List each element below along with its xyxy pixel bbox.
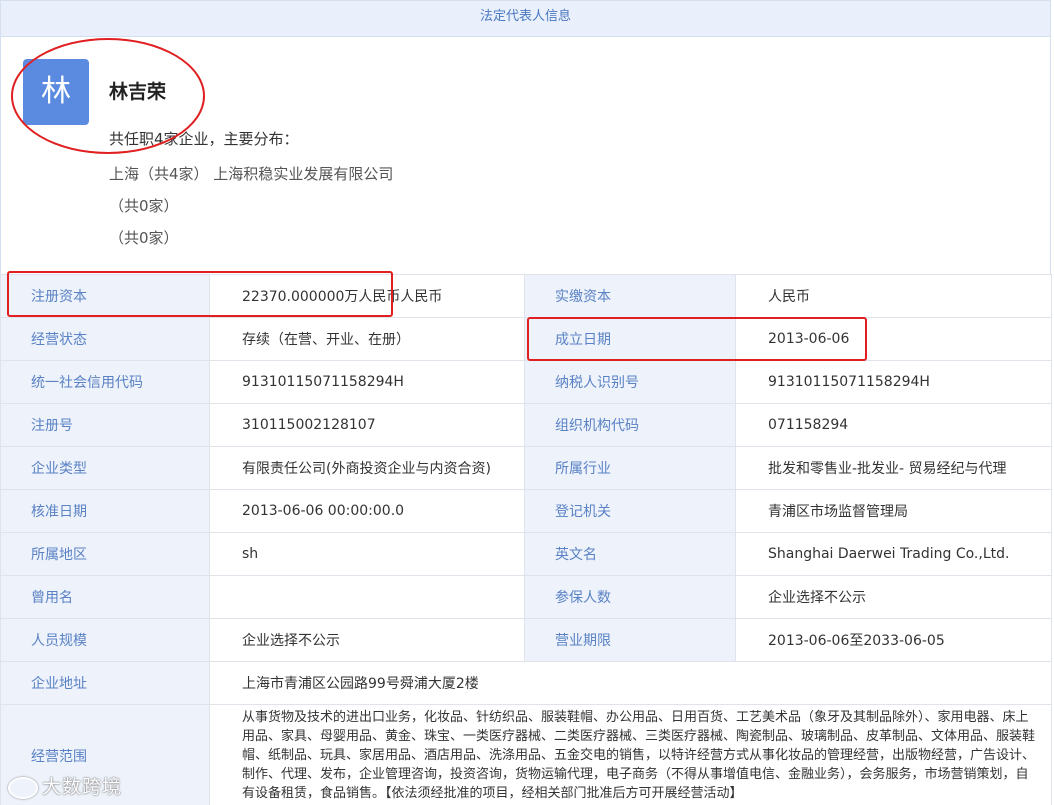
field-label: 组织机构代码 [524,403,736,447]
region-line-3: （共0家） [109,229,179,247]
field-label: 所属行业 [524,446,736,490]
field-value: 批发和零售业-批发业- 贸易经纪与代理 [735,446,1052,490]
field-value: 有限责任公司(外商投资企业与内资合资) [209,446,525,490]
table-row: 曾用名 参保人数 企业选择不公示 [0,575,1052,619]
table-row: 人员规模 企业选择不公示 营业期限 2013-06-06至2033-06-05 [0,618,1052,662]
field-value: Shanghai Daerwei Trading Co.,Ltd. [735,532,1052,576]
watermark-logo-icon [8,776,38,799]
region-line-shanghai[interactable]: 上海（共4家） 上海积稳实业发展有限公司 [109,163,393,184]
table-row-scope: 经营范围 从事货物及技术的进出口业务，化妆品、针纺织品、服装鞋帽、办公用品、日用… [0,704,1052,805]
field-label: 注册号 [0,403,210,447]
field-label: 成立日期 [524,317,736,361]
field-value: 2013-06-06 [735,317,1052,361]
table-row: 经营状态 存续（在营、开业、在册） 成立日期 2013-06-06 [0,317,1052,361]
field-value: 91310115071158294H [209,360,525,404]
address-value: 上海市青浦区公园路99号舜浦大厦2楼 [209,661,1052,705]
field-label: 登记机关 [524,489,736,533]
table-row: 统一社会信用代码 91310115071158294H 纳税人识别号 91310… [0,360,1052,404]
field-value: 存续（在营、开业、在册） [209,317,525,361]
field-label: 人员规模 [0,618,210,662]
avatar-char: 林 [41,74,71,109]
field-label: 曾用名 [0,575,210,619]
table-row: 注册号 310115002128107 组织机构代码 071158294 [0,403,1052,447]
watermark-text: 大数跨境 [42,776,123,798]
field-label: 核准日期 [0,489,210,533]
field-label: 经营状态 [0,317,210,361]
person-summary: 共任职4家企业，主要分布： [109,130,299,148]
section-title: 法定代表人信息 [479,9,571,24]
scope-value: 从事货物及技术的进出口业务，化妆品、针纺织品、服装鞋帽、办公用品、日用百货、工艺… [209,704,1052,805]
table-row: 所属地区 sh 英文名 Shanghai Daerwei Trading Co.… [0,532,1052,576]
address-label: 企业地址 [0,661,210,705]
field-value: 2013-06-06至2033-06-05 [735,618,1052,662]
field-value: 22370.000000万人民币人民币 [209,274,525,318]
field-value: 青浦区市场监督管理局 [735,489,1052,533]
field-value: 2013-06-06 00:00:00.0 [209,489,525,533]
table-row-address: 企业地址 上海市青浦区公园路99号舜浦大厦2楼 [0,661,1052,705]
avatar: 林 [23,59,89,125]
field-value: sh [209,532,525,576]
field-value: 企业选择不公示 [735,575,1052,619]
field-label: 企业类型 [0,446,210,490]
field-label: 统一社会信用代码 [0,360,210,404]
field-label: 注册资本 [0,274,210,318]
field-value: 071158294 [735,403,1052,447]
field-label: 实缴资本 [524,274,736,318]
field-value: 人民币 [735,274,1052,318]
table-row: 企业类型 有限责任公司(外商投资企业与内资合资) 所属行业 批发和零售业-批发业… [0,446,1052,490]
table-row: 核准日期 2013-06-06 00:00:00.0 登记机关 青浦区市场监督管… [0,489,1052,533]
field-label: 纳税人识别号 [524,360,736,404]
field-value: 91310115071158294H [735,360,1052,404]
region-line-2: （共0家） [109,197,179,215]
field-label: 营业期限 [524,618,736,662]
legal-representative-card: 林 林吉荣 共任职4家企业，主要分布： 上海（共4家） 上海积稳实业发展有限公司… [0,37,1051,274]
field-value: 310115002128107 [209,403,525,447]
person-name[interactable]: 林吉荣 [109,77,166,104]
field-label: 所属地区 [0,532,210,576]
watermark: 大数跨境 [8,772,122,802]
field-value: 企业选择不公示 [209,618,525,662]
business-info-table: 注册资本 22370.000000万人民币人民币 实缴资本 人民币 经营状态 存… [0,274,1052,805]
section-header: 法定代表人信息 [0,0,1051,37]
field-label: 英文名 [524,532,736,576]
field-value [209,575,525,619]
field-label: 参保人数 [524,575,736,619]
table-row: 注册资本 22370.000000万人民币人民币 实缴资本 人民币 [0,274,1052,318]
